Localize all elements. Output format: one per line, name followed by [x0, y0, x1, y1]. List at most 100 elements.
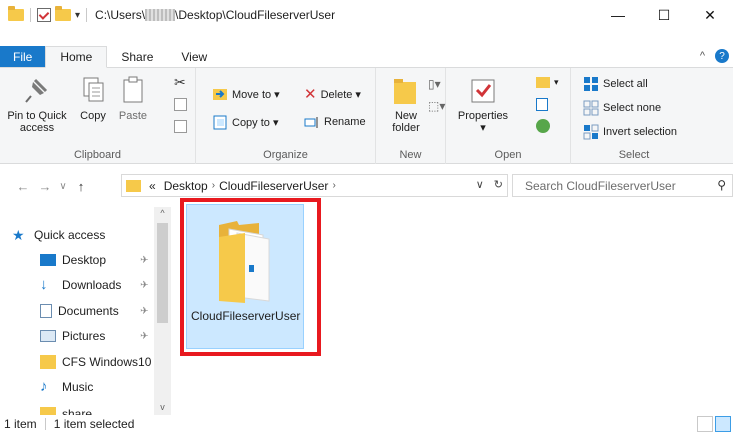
tab-view[interactable]: View: [167, 46, 221, 67]
nav-label: Quick access: [34, 228, 106, 242]
help-icon[interactable]: ?: [715, 49, 729, 63]
chevron-right-icon[interactable]: ›: [212, 180, 215, 191]
edit-button[interactable]: [536, 94, 548, 114]
search-box[interactable]: Search CloudFileserverUser ⚲: [512, 174, 733, 197]
quick-access-toolbar: ▾: [8, 6, 89, 22]
nav-label: Pictures: [62, 329, 106, 343]
close-button[interactable]: ✕: [687, 0, 733, 30]
delete-button[interactable]: ✕ Delete ▾: [304, 84, 361, 104]
collapse-ribbon-icon[interactable]: ^: [700, 50, 705, 62]
up-arrow-icon[interactable]: ↑: [70, 179, 92, 194]
nav-item-documents[interactable]: Documents ✈: [40, 300, 148, 322]
open-dropdown-icon: ▾: [554, 76, 559, 87]
delete-label: Delete ▾: [320, 88, 361, 101]
select-all-button[interactable]: Select all: [583, 74, 648, 94]
new-folder-icon: [391, 74, 421, 106]
select-all-label: Select all: [603, 78, 648, 90]
new-folder-label: New folder: [392, 110, 420, 134]
pinned-icon: ✈: [140, 305, 149, 317]
paste-button[interactable]: Paste: [114, 74, 152, 122]
nav-item-music[interactable]: ♪ Music: [40, 376, 93, 398]
invert-selection-button[interactable]: Invert selection: [583, 122, 677, 142]
address-tail: ∨ ↻: [476, 178, 503, 191]
new-folder-icon[interactable]: [55, 6, 71, 21]
rename-label: Rename: [324, 116, 366, 128]
nav-item-pictures[interactable]: Pictures ✈: [40, 325, 148, 347]
organize-group: Move to ▾ ✕ Delete ▾ Copy to ▾ Rename Or…: [196, 68, 376, 164]
open-icon: [536, 76, 550, 88]
address-overflow[interactable]: «: [149, 179, 156, 193]
tab-share[interactable]: Share: [107, 46, 167, 67]
address-history-dropdown-icon[interactable]: ∨: [476, 178, 484, 191]
open-button[interactable]: ▾: [536, 72, 559, 92]
new-item-icon: ▯▾: [428, 77, 441, 91]
scroll-down-icon[interactable]: v: [154, 402, 171, 412]
customize-qat-icon[interactable]: ▾: [75, 10, 80, 21]
new-folder-button[interactable]: New folder: [384, 74, 428, 134]
divider: [30, 8, 31, 22]
ribbon-controls: ^ ?: [700, 49, 729, 63]
nav-label: Music: [62, 380, 94, 394]
scroll-up-icon[interactable]: ^: [154, 208, 171, 218]
forward-arrow-icon[interactable]: →: [34, 179, 56, 194]
copy-to-button[interactable]: Copy to ▾: [212, 112, 279, 132]
select-none-button[interactable]: Select none: [583, 98, 661, 118]
nav-label: Documents: [58, 304, 119, 318]
copy-to-label: Copy to ▾: [232, 116, 279, 129]
nav-item-downloads[interactable]: ↓ Downloads ✈: [40, 274, 148, 296]
cut-button[interactable]: ✂: [174, 72, 186, 92]
select-none-icon: [583, 100, 599, 116]
folder-icon[interactable]: [8, 6, 24, 21]
open-group: Properties ▾ ▾ Open: [446, 68, 571, 164]
chevron-right-icon[interactable]: ›: [332, 180, 335, 191]
selection-count: 1 item selected: [53, 417, 135, 431]
nav-item-quick-access[interactable]: ★ Quick access: [12, 224, 105, 246]
new-item-button[interactable]: ▯▾: [428, 74, 441, 94]
properties-check-icon[interactable]: [37, 8, 51, 22]
paste-label: Paste: [118, 110, 148, 122]
window-controls: — ☐ ✕: [595, 0, 733, 30]
paste-shortcut-icon: [174, 119, 187, 133]
details-view-icon[interactable]: [697, 416, 713, 432]
pin-icon: [22, 74, 52, 106]
nav-item-cfs-windows10[interactable]: CFS Windows10: [40, 351, 151, 373]
highlight-frame: [180, 198, 321, 356]
tab-file[interactable]: File: [0, 46, 46, 67]
large-icons-view-icon[interactable]: [715, 416, 731, 432]
maximize-button[interactable]: ☐: [641, 0, 687, 30]
organize-group-label: Organize: [263, 149, 308, 161]
invert-selection-icon: [583, 124, 599, 140]
navigation-scrollbar[interactable]: ^ v: [154, 207, 171, 415]
divider: [86, 8, 88, 22]
paste-shortcut-button[interactable]: [174, 116, 187, 136]
history-button[interactable]: [536, 116, 550, 136]
scrollbar-thumb[interactable]: [157, 223, 168, 323]
music-note-icon: ♪: [40, 378, 48, 395]
copy-label: Copy: [80, 110, 106, 122]
recent-locations-icon[interactable]: ∨: [56, 181, 70, 192]
pictures-icon: [40, 330, 56, 342]
breadcrumb-cloudfileserveruser[interactable]: CloudFileserverUser: [219, 179, 328, 193]
search-icon[interactable]: ⚲: [717, 178, 726, 192]
folder-icon: [40, 355, 56, 369]
tab-home[interactable]: Home: [45, 46, 108, 68]
copy-button[interactable]: Copy: [76, 74, 110, 122]
refresh-icon[interactable]: ↻: [494, 178, 503, 191]
rename-icon: [304, 114, 320, 130]
move-to-label: Move to ▾: [232, 88, 280, 101]
nav-item-share[interactable]: share: [40, 401, 92, 415]
rename-button[interactable]: Rename: [304, 112, 366, 132]
back-arrow-icon[interactable]: ←: [12, 179, 34, 194]
pin-to-quick-access-button[interactable]: Pin to Quick access: [2, 74, 72, 134]
properties-button[interactable]: Properties ▾: [452, 74, 514, 134]
easy-access-button[interactable]: ⬚▾: [428, 96, 445, 116]
minimize-button[interactable]: —: [595, 0, 641, 30]
move-to-button[interactable]: Move to ▾: [212, 84, 280, 104]
divider: [44, 418, 46, 430]
nav-label: Desktop: [62, 253, 107, 267]
copy-path-button[interactable]: [174, 94, 187, 114]
breadcrumb-desktop[interactable]: Desktop: [164, 179, 208, 193]
address-bar[interactable]: « Desktop › CloudFileserverUser › ∨ ↻: [121, 174, 508, 197]
desktop-icon: [40, 254, 56, 266]
nav-item-desktop[interactable]: Desktop ✈: [40, 249, 148, 271]
